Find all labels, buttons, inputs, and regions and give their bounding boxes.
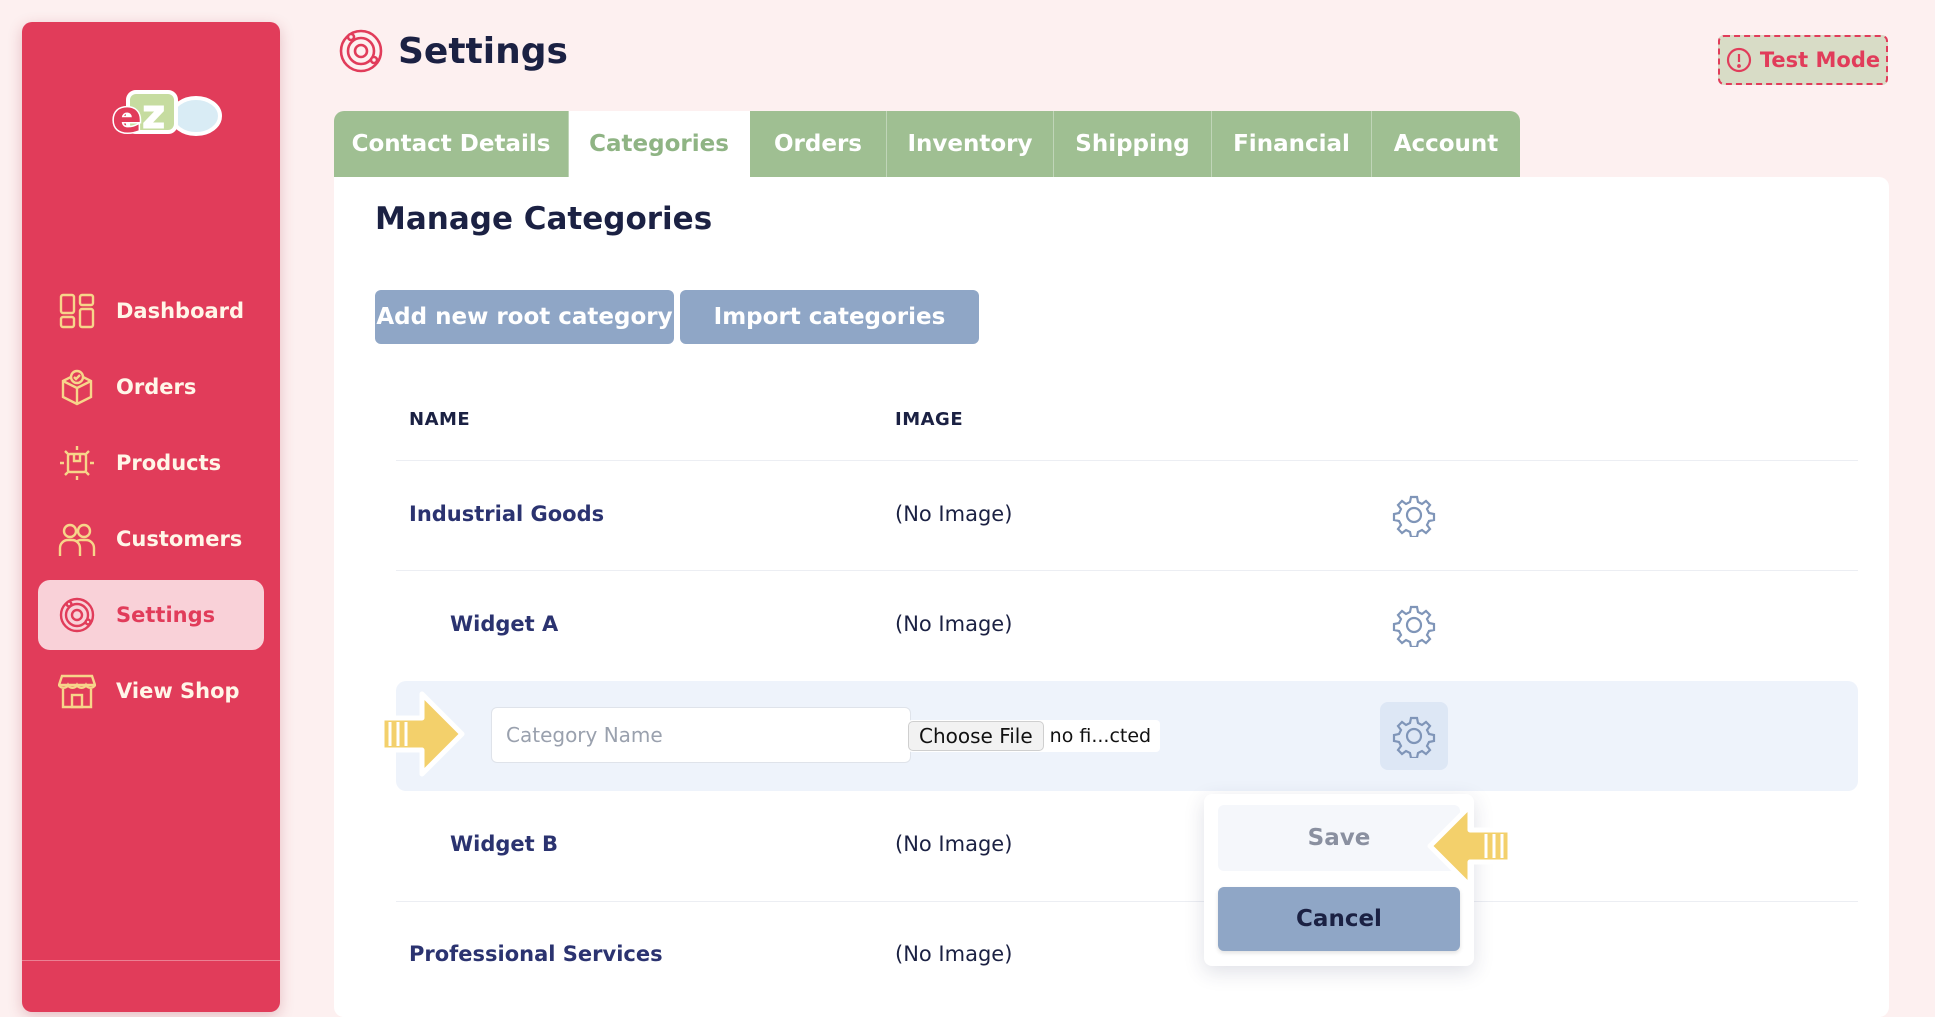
products-box-icon [60,446,94,480]
column-header-image: IMAGE [895,409,964,430]
category-name[interactable]: Widget B [450,832,558,856]
category-image: (No Image) [895,832,1013,856]
customers-icon [58,523,96,556]
sidebar-item-label: Products [116,451,222,475]
tab-inventory[interactable]: Inventory [887,111,1054,177]
test-mode-badge[interactable]: Test Mode [1718,35,1888,85]
sidebar-item-customers[interactable]: Customers [38,504,264,574]
sidebar-item-label: Orders [116,375,197,399]
pointer-arrow-left-icon [1427,803,1513,889]
file-status-text: no fi...cted [1049,725,1152,747]
row-settings-button[interactable] [1380,591,1448,659]
shop-storefront-icon [58,674,96,709]
page-header: Settings [338,28,568,74]
settings-gear-icon [339,29,383,73]
test-mode-label: Test Mode [1759,48,1881,72]
ezo-logo[interactable]: e z [86,68,226,142]
category-image: (No Image) [895,502,1013,526]
sidebar-nav: Dashboard Orders Products Customers Sett… [38,276,264,732]
choose-file-button[interactable]: Choose File [908,721,1044,751]
tab-orders[interactable]: Orders [750,111,887,177]
gear-icon [1392,605,1436,647]
alert-circle-icon [1726,47,1751,73]
sidebar-item-label: Settings [116,603,216,627]
tab-shipping[interactable]: Shipping [1054,111,1212,177]
page-title: Settings [398,30,568,72]
category-name[interactable]: Industrial Goods [409,502,604,526]
row-settings-button[interactable] [1380,481,1448,549]
svg-text:e: e [112,92,142,142]
sidebar: e z Dashboard Orders Products Customers … [22,22,280,1012]
category-name-input[interactable] [491,707,911,763]
tab-account[interactable]: Account [1372,111,1520,177]
row-settings-button-active[interactable] [1380,702,1448,770]
cancel-button[interactable]: Cancel [1218,887,1460,951]
pointer-arrow-right-icon [379,691,465,777]
settings-tabs: Contact Details Categories Orders Invent… [334,111,1520,177]
category-name[interactable]: Widget A [450,612,558,636]
row-divider [396,460,1858,461]
orders-box-icon [61,369,93,406]
tab-categories[interactable]: Categories [569,111,750,177]
tab-financial[interactable]: Financial [1212,111,1372,177]
sidebar-item-label: View Shop [116,679,240,703]
category-image: (No Image) [895,612,1013,636]
categories-table: NAME IMAGE Industrial Goods (No Image) W… [334,177,1889,1017]
sidebar-item-settings[interactable]: Settings [38,580,264,650]
category-name[interactable]: Professional Services [409,942,663,966]
column-header-name: NAME [409,409,471,430]
sidebar-item-products[interactable]: Products [38,428,264,498]
file-input: Choose File no fi...cted [908,720,1160,752]
category-image: (No Image) [895,942,1013,966]
dashboard-icon [59,293,95,329]
categories-card: Manage Categories Add new root category … [334,177,1889,1017]
settings-gear-icon [59,597,95,633]
tab-contact-details[interactable]: Contact Details [334,111,569,177]
sidebar-item-view-shop[interactable]: View Shop [38,656,264,726]
gear-icon [1392,716,1436,758]
sidebar-divider [22,960,280,961]
row-divider [396,570,1858,571]
gear-icon [1392,495,1436,537]
sidebar-item-label: Dashboard [116,299,245,323]
row-divider [396,901,1858,902]
sidebar-item-label: Customers [116,527,243,551]
sidebar-item-orders[interactable]: Orders [38,352,264,422]
sidebar-item-dashboard[interactable]: Dashboard [38,276,264,346]
svg-text:z: z [142,92,165,138]
save-button[interactable]: Save [1218,805,1460,871]
